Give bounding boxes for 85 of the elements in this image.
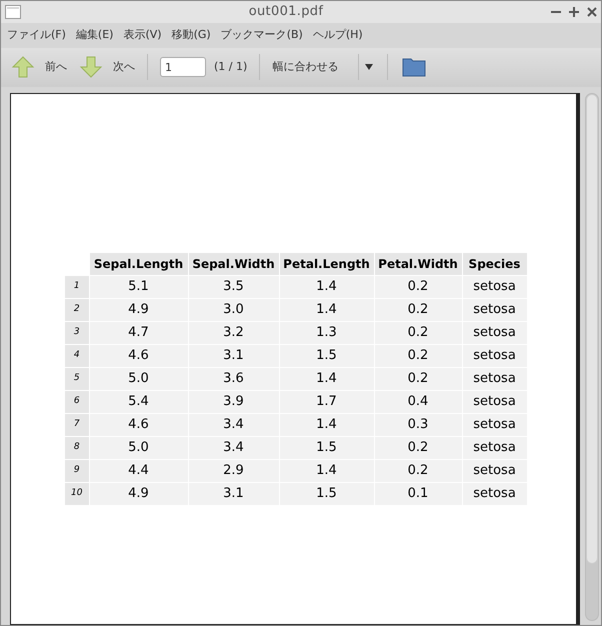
table-cell: 3.9 (188, 390, 279, 413)
table-cell: 0.2 (374, 275, 462, 298)
page-count: (1 / 1) (214, 59, 248, 76)
row-index: 3 (65, 321, 89, 344)
table-cell: 0.2 (374, 436, 462, 459)
table-cell: 4.6 (89, 344, 188, 367)
table-cell: 0.2 (374, 344, 462, 367)
table-cell: 0.3 (374, 413, 462, 436)
table-cell: 2.9 (188, 459, 279, 482)
window-icon (5, 4, 21, 19)
zoom-label: 幅に合わせる (272, 59, 338, 76)
table-cell: 3.1 (188, 482, 279, 505)
table-cell: 3.4 (188, 413, 279, 436)
next-button[interactable]: 次へ (79, 55, 135, 80)
column-header: Species (462, 253, 527, 275)
menu-item[interactable]: 編集(E) (76, 26, 114, 44)
table-cell: setosa (462, 459, 527, 482)
menu-item[interactable]: 移動(G) (172, 26, 211, 44)
table-cell: 3.5 (188, 275, 279, 298)
column-header: Petal.Length (279, 253, 374, 275)
table-cell: 5.4 (89, 390, 188, 413)
table-cell: 1.3 (279, 321, 374, 344)
row-index: 10 (65, 482, 89, 505)
table-cell: 4.9 (89, 298, 188, 321)
table-cell: 0.4 (374, 390, 462, 413)
table-cell: 3.4 (188, 436, 279, 459)
row-index: 2 (65, 298, 89, 321)
table-cell: 0.2 (374, 459, 462, 482)
table-cell: 1.4 (279, 367, 374, 390)
table-cell: 3.0 (188, 298, 279, 321)
row-index: 1 (65, 275, 89, 298)
prev-button[interactable]: 前へ (11, 55, 67, 80)
table-cell: setosa (462, 321, 527, 344)
column-header: Sepal.Length (89, 253, 188, 275)
menu-item[interactable]: ブックマーク(B) (220, 26, 303, 44)
row-index: 9 (65, 459, 89, 482)
page-field[interactable]: 1 (160, 57, 206, 78)
table-cell: 4.6 (89, 413, 188, 436)
table-cell: 5.1 (89, 275, 188, 298)
table-cell: setosa (462, 390, 527, 413)
table-cell: 0.2 (374, 367, 462, 390)
menu-item[interactable]: 表示(V) (123, 26, 162, 44)
row-index: 8 (65, 436, 89, 459)
dropdown-caret-icon[interactable] (365, 64, 374, 70)
table-cell: setosa (462, 413, 527, 436)
table-cell: 5.0 (89, 436, 188, 459)
table-cell: 0.1 (374, 482, 462, 505)
table-cell: 1.4 (279, 459, 374, 482)
column-header: Sepal.Width (188, 253, 279, 275)
table-cell: 3.2 (188, 321, 279, 344)
table-cell: 3.1 (188, 344, 279, 367)
table-cell: 1.5 (279, 482, 374, 505)
maximize-icon[interactable] (569, 6, 579, 17)
table-cell: 5.0 (89, 367, 188, 390)
table-cell: setosa (462, 482, 527, 505)
scrollbar[interactable] (585, 93, 599, 621)
row-index: 7 (65, 413, 89, 436)
table-cell: setosa (462, 367, 527, 390)
column-header: Petal.Width (374, 253, 462, 275)
table-cell: setosa (462, 344, 527, 367)
menu-item[interactable]: ヘルプ(H) (312, 26, 363, 44)
row-index: 5 (65, 367, 89, 390)
table-cell: 0.2 (374, 321, 462, 344)
row-index: 6 (65, 390, 89, 413)
table-cell: 4.4 (89, 459, 188, 482)
menu-item[interactable]: ファイル(F) (7, 26, 66, 44)
table-cell: 3.6 (188, 367, 279, 390)
table-cell: 1.4 (279, 413, 374, 436)
close-icon[interactable] (587, 6, 597, 17)
table-cell: setosa (462, 275, 527, 298)
table-cell: 1.7 (279, 390, 374, 413)
down-arrow-icon (79, 55, 103, 80)
table-cell: 1.4 (279, 298, 374, 321)
window-title: out001.pdf (248, 3, 324, 21)
up-arrow-icon (11, 55, 35, 80)
row-index: 4 (65, 344, 89, 367)
table-cell: 4.9 (89, 482, 188, 505)
table-cell: 1.5 (279, 436, 374, 459)
table-cell: setosa (462, 298, 527, 321)
table-cell: 1.5 (279, 344, 374, 367)
table-cell: 1.4 (279, 275, 374, 298)
table-cell: setosa (462, 436, 527, 459)
table-cell: 4.7 (89, 321, 188, 344)
table-cell: 0.2 (374, 298, 462, 321)
folder-icon[interactable] (402, 57, 426, 78)
